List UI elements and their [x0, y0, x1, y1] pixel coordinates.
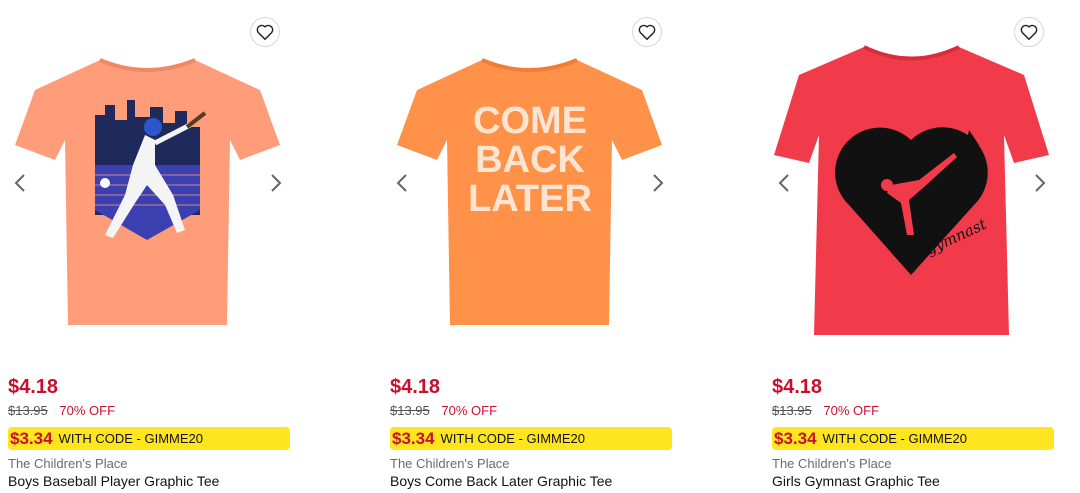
- promo-banner: $3.34 WITH CODE - GIMME20: [8, 427, 290, 450]
- heart-outline-icon: [1020, 24, 1038, 40]
- discount-label: 70% OFF: [59, 403, 116, 418]
- next-image-button[interactable]: [266, 170, 286, 196]
- promo-code-text: WITH CODE - GIMME20: [440, 431, 585, 446]
- favorite-button[interactable]: [250, 17, 280, 47]
- previous-image-button[interactable]: [392, 170, 412, 196]
- graphic-text-line: COME: [473, 100, 587, 142]
- promo-banner: $3.34 WITH CODE - GIMME20: [390, 427, 672, 450]
- chevron-right-icon: [1035, 174, 1046, 192]
- price-comparison: $13.95 70% OFF: [772, 403, 879, 418]
- product-card[interactable]: COME BACK LATER $4.18 $13.95 70% OFF $3.…: [382, 0, 682, 493]
- next-image-button[interactable]: [1030, 170, 1050, 196]
- product-name-link[interactable]: Boys Baseball Player Graphic Tee: [8, 473, 219, 489]
- original-price: $13.95: [772, 403, 812, 418]
- sale-price: $4.18: [8, 376, 59, 398]
- chevron-left-icon: [396, 174, 407, 192]
- previous-image-button[interactable]: [774, 170, 794, 196]
- chevron-left-icon: [778, 174, 789, 192]
- product-name-link[interactable]: Girls Gymnast Graphic Tee: [772, 473, 940, 489]
- chevron-right-icon: [653, 174, 664, 192]
- product-image[interactable]: [5, 35, 290, 335]
- original-price: $13.95: [8, 403, 48, 418]
- price-comparison: $13.95 70% OFF: [8, 403, 115, 418]
- product-image-carousel[interactable]: COME BACK LATER: [382, 0, 682, 345]
- brand-name: The Children's Place: [772, 456, 892, 471]
- promo-code-text: WITH CODE - GIMME20: [822, 431, 967, 446]
- next-image-button[interactable]: [648, 170, 668, 196]
- chevron-left-icon: [14, 174, 25, 192]
- brand-name: The Children's Place: [8, 456, 128, 471]
- promo-price: $3.34: [774, 428, 817, 448]
- graphic-text-line: LATER: [468, 178, 592, 220]
- product-card[interactable]: $4.18 $13.95 70% OFF $3.34 WITH CODE - G…: [0, 0, 300, 493]
- promo-code-text: WITH CODE - GIMME20: [58, 431, 203, 446]
- product-name-link[interactable]: Boys Come Back Later Graphic Tee: [390, 473, 612, 489]
- previous-image-button[interactable]: [10, 170, 30, 196]
- sale-price: $4.18: [390, 376, 441, 398]
- product-image[interactable]: COME BACK LATER: [387, 35, 672, 335]
- promo-price: $3.34: [10, 428, 53, 448]
- discount-label: 70% OFF: [823, 403, 880, 418]
- heart-outline-icon: [638, 24, 656, 40]
- chevron-right-icon: [271, 174, 282, 192]
- product-image-carousel[interactable]: gymnast: [764, 0, 1064, 345]
- promo-price: $3.34: [392, 428, 435, 448]
- promo-banner: $3.34 WITH CODE - GIMME20: [772, 427, 1054, 450]
- price-comparison: $13.95 70% OFF: [390, 403, 497, 418]
- discount-label: 70% OFF: [441, 403, 498, 418]
- product-card[interactable]: gymnast $4.18 $13.95 70% OFF $3.34 WITH …: [764, 0, 1064, 493]
- graphic-text-line: BACK: [475, 139, 585, 181]
- product-image-carousel[interactable]: [0, 0, 300, 345]
- sale-price: $4.18: [772, 376, 823, 398]
- brand-name: The Children's Place: [390, 456, 510, 471]
- favorite-button[interactable]: [1014, 17, 1044, 47]
- original-price: $13.95: [390, 403, 430, 418]
- heart-outline-icon: [256, 24, 274, 40]
- favorite-button[interactable]: [632, 17, 662, 47]
- product-image[interactable]: gymnast: [769, 35, 1054, 335]
